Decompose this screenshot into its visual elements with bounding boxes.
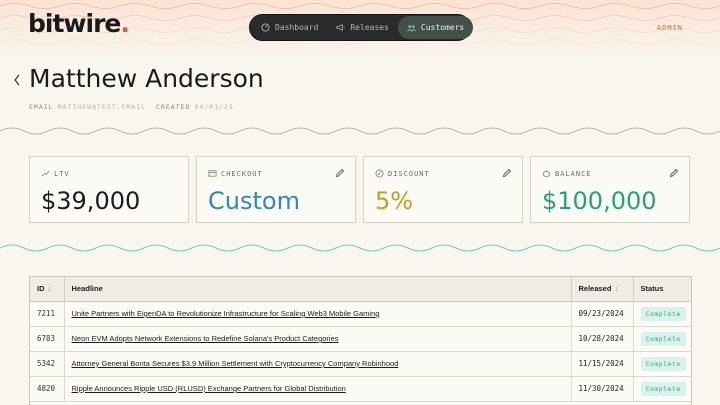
table-header-row: ID ↓ Headline Released ↓ Status [30,277,691,302]
created-label: CREATED [156,103,191,111]
edit-pencil-icon[interactable] [502,168,512,178]
stat-label-discount: DISCOUNT [388,169,430,178]
row-released: 09/23/2024 [571,301,634,327]
status-badge: Complete [640,381,686,396]
row-status-cell: Complete [633,301,691,327]
stat-card-checkout: CHECKOUT Custom [196,156,356,223]
sort-arrow-icon: ↓ [614,284,619,294]
nav-label-dashboard: Dashboard [275,23,319,32]
brand-name: bitwire [28,9,121,38]
row-headline-cell: Neon EVM Adopts Network Extensions to Re… [64,326,572,352]
stat-label-ltv: LTV [54,169,70,178]
column-label-released: Released [578,284,612,294]
admin-link[interactable]: ADMIN [657,24,683,32]
stat-card-discount: DISCOUNT 5% [363,156,523,223]
stat-label-checkout: CHECKOUT [221,169,263,178]
gauge-icon [261,23,270,32]
row-headline-link[interactable]: Neon EVM Adopts Network Extensions to Re… [72,334,339,343]
stat-label-discount-wrap: DISCOUNT [375,169,430,178]
nav-item-dashboard[interactable]: Dashboard [252,16,327,39]
stat-card-balance: BALANCE $100,000 [530,156,690,223]
page-title: Matthew Anderson [29,64,264,93]
stat-label-balance-wrap: BALANCE [542,169,592,178]
table-row[interactable]: 4820 Ripple Announces Ripple USD (RLUSD)… [30,376,691,402]
stat-card-ltv: LTV $39,000 [29,156,189,223]
row-id: 7211 [30,301,65,327]
table-row[interactable]: 5342 Attorney General Bonta Secures $3.9… [30,351,691,377]
piggy-bank-icon [542,170,551,178]
edit-pencil-icon[interactable] [335,168,345,178]
stat-label-ltv-wrap: LTV [41,169,70,178]
stat-value-checkout: Custom [208,187,300,215]
email-value: MATTHEW@TEST.EMAIL [57,103,147,111]
sort-arrow-icon: ↓ [47,284,52,294]
bitwire-logo[interactable]: bitwire. [28,9,130,38]
stat-value-ltv: $39,000 [41,187,141,215]
row-headline-link[interactable]: Attorney General Bonta Secures $3.9 Mill… [72,359,399,368]
main-nav: Dashboard Releases Customers [249,14,474,41]
row-headline-cell: Attorney General Bonta Secures $3.9 Mill… [64,351,572,377]
stat-value-balance: $100,000 [542,187,657,215]
row-headline-link[interactable]: Ripple Announces Ripple USD (RLUSD) Exch… [72,384,346,393]
column-header-status[interactable]: Status [633,277,691,302]
row-released: 11/30/2024 [571,376,634,402]
column-label-headline: Headline [71,284,103,294]
nav-item-customers[interactable]: Customers [397,16,474,39]
row-id: 5342 [30,351,65,377]
status-badge: Complete [640,356,686,371]
row-released: 10/28/2024 [571,326,634,352]
row-status-cell: Complete [633,326,691,352]
status-badge: Complete [640,331,686,346]
megaphone-icon [336,24,345,31]
releases-table: ID ↓ Headline Released ↓ Status 7211 Unite… [29,276,692,405]
discount-icon [375,169,384,178]
email-label: EMAIL [29,103,54,111]
row-status-cell: Complete [633,376,691,402]
divider-wave-bottom [0,244,720,252]
nav-label-releases: Releases [350,23,389,32]
stat-value-discount: 5% [375,187,414,215]
column-label-id: ID [37,284,45,294]
trend-icon [41,170,50,177]
users-icon [406,25,416,32]
edit-pencil-icon[interactable] [669,168,679,178]
column-header-released[interactable]: Released ↓ [571,277,634,302]
stat-label-balance: BALANCE [555,169,592,178]
column-header-headline[interactable]: Headline [64,277,572,302]
stats-cards: LTV $39,000 CHECKOUT Custom DISCOUNT 5% … [29,156,692,223]
checkout-icon [208,170,217,177]
email-meta: EMAIL MATTHEW@TEST.EMAIL [29,103,146,111]
table-row[interactable]: 7211 Unite Partners with EigenDA to Revo… [30,301,691,327]
nav-label-customers: Customers [420,23,465,32]
nav-item-releases[interactable]: Releases [327,16,398,39]
status-badge: Complete [640,306,686,321]
row-id: 6783 [30,326,65,352]
column-label-status: Status [640,284,664,294]
row-headline-cell: Unite Partners with EigenDA to Revolutio… [64,301,572,327]
row-status-cell: Complete [633,351,691,377]
divider-wave-top [0,127,720,135]
stat-label-checkout-wrap: CHECKOUT [208,169,263,178]
created-meta: CREATED 04/01/25 [156,103,234,111]
table-row[interactable]: 6783 Neon EVM Adopts Network Extensions … [30,326,691,352]
row-headline-cell: Ripple Announces Ripple USD (RLUSD) Exch… [64,376,572,402]
row-id: 4820 [30,376,65,402]
row-released: 11/15/2024 [571,351,634,377]
row-headline-link[interactable]: Unite Partners with EigenDA to Revolutio… [72,309,380,318]
created-value: 04/01/25 [194,103,234,111]
column-header-id[interactable]: ID ↓ [30,277,65,302]
back-chevron-icon[interactable] [11,72,23,88]
brand-dot: . [120,9,129,38]
customer-meta: EMAIL MATTHEW@TEST.EMAIL CREATED 04/01/25 [29,103,234,111]
